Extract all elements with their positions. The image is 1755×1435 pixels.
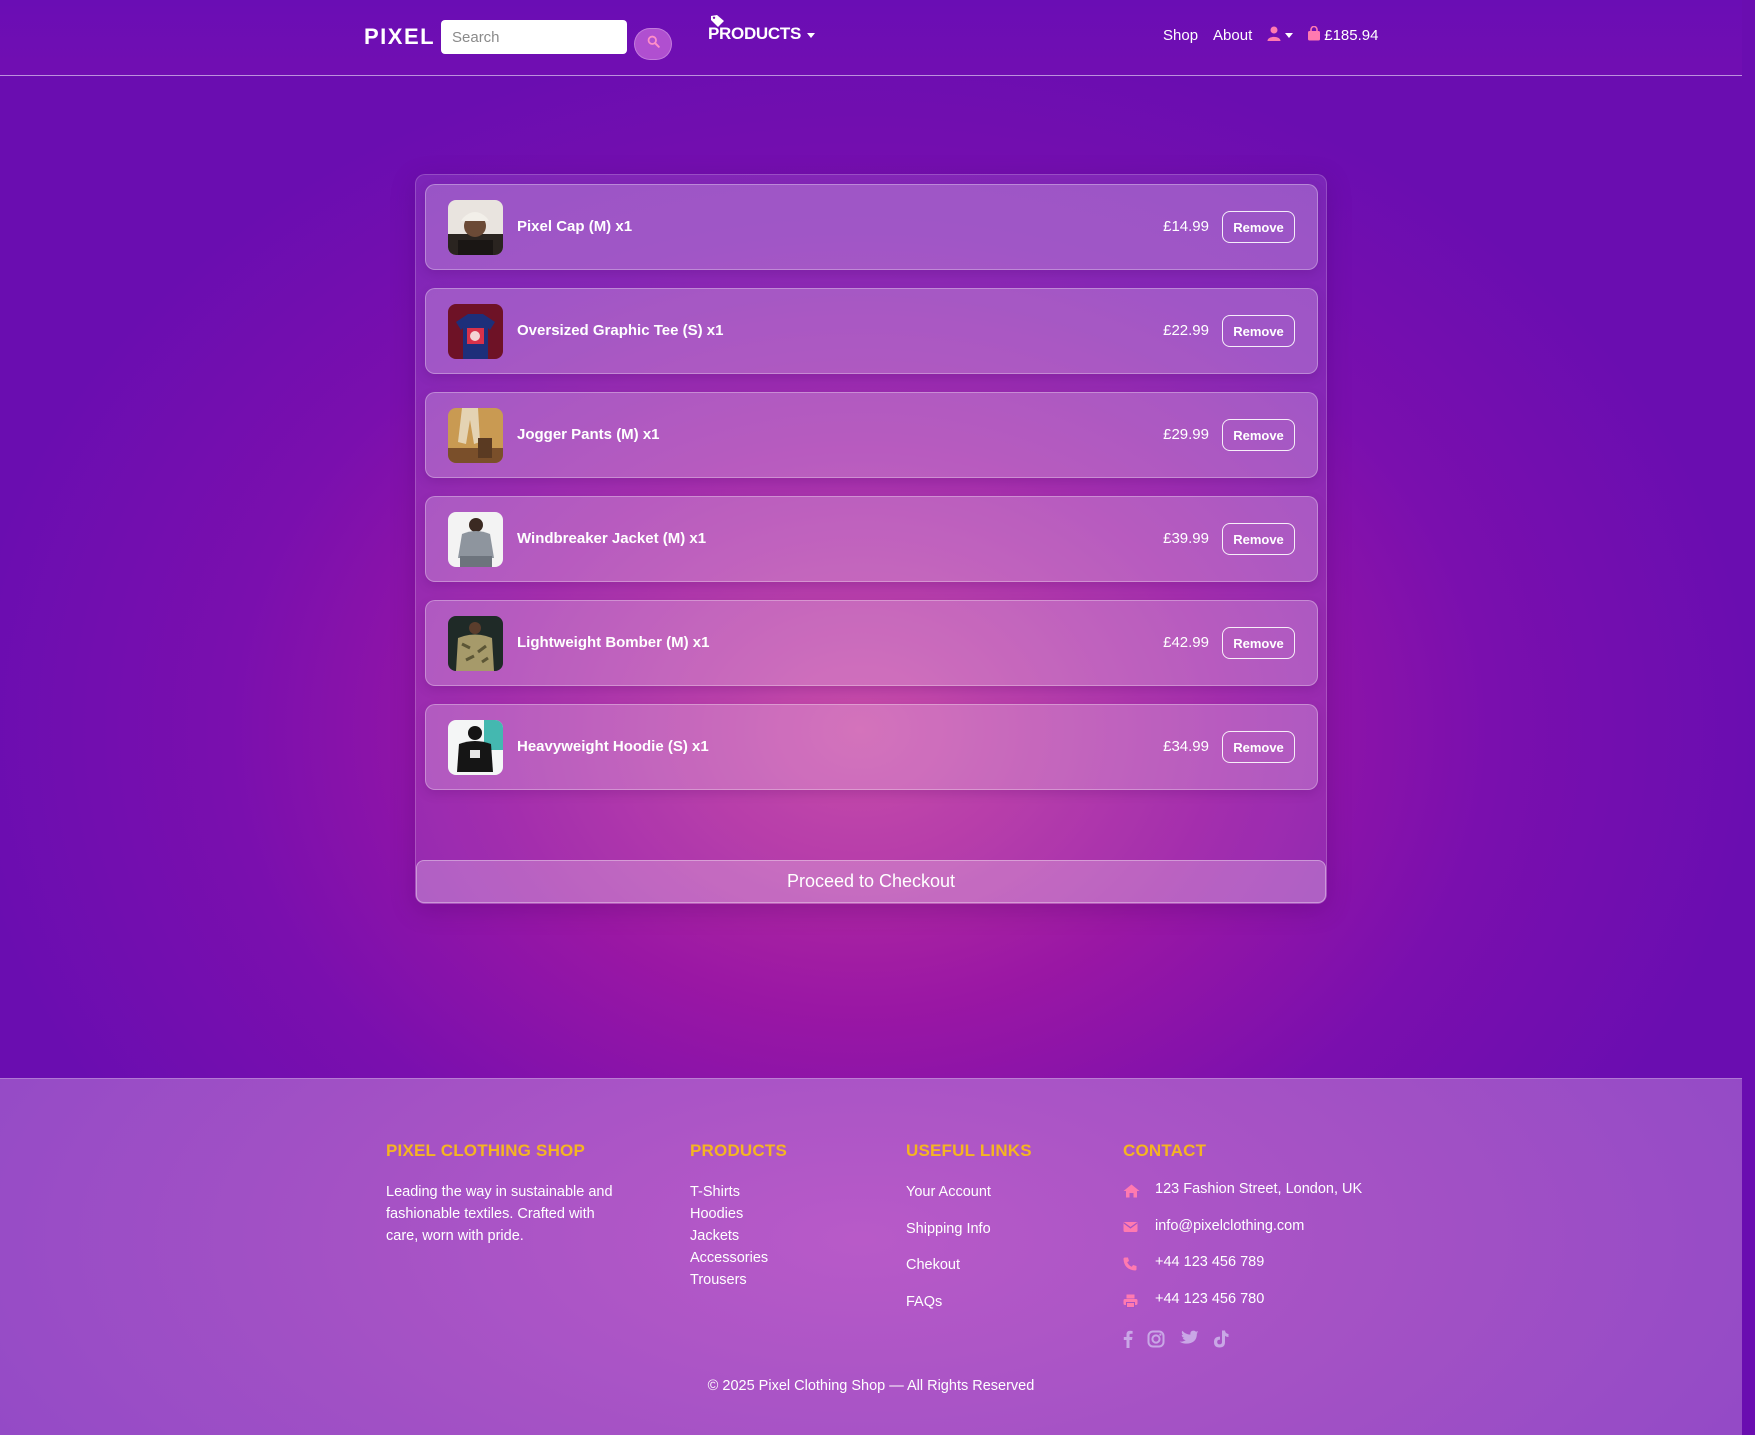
instagram-icon[interactable] <box>1147 1330 1165 1348</box>
nav-link-about[interactable]: About <box>1213 27 1252 44</box>
footer: PIXEL CLOTHING SHOP Leading the way in s… <box>0 1078 1742 1435</box>
home-icon <box>1123 1181 1155 1198</box>
nav-link-shop[interactable]: Shop <box>1163 27 1198 44</box>
item-price: £42.99 <box>1163 634 1209 651</box>
product-thumbnail <box>448 304 503 359</box>
footer-products-heading: PRODUCTS <box>690 1141 787 1160</box>
footer-link-jackets[interactable]: Jackets <box>690 1225 768 1247</box>
contact-phone-text: +44 123 456 789 <box>1155 1254 1265 1270</box>
phone-icon <box>1123 1254 1155 1271</box>
shopping-bag-icon <box>1307 25 1324 45</box>
item-price: £14.99 <box>1163 218 1209 235</box>
remove-button[interactable]: Remove <box>1222 211 1295 243</box>
search-icon <box>647 35 660 53</box>
remove-button[interactable]: Remove <box>1222 315 1295 347</box>
product-thumbnail <box>448 720 503 775</box>
item-price: £29.99 <box>1163 426 1209 443</box>
cart-item: Oversized Graphic Tee (S) x1 £22.99 Remo… <box>425 288 1318 374</box>
tag-icon <box>710 14 726 33</box>
envelope-icon <box>1123 1218 1155 1233</box>
cart-item: Jogger Pants (M) x1 £29.99 Remove <box>425 392 1318 478</box>
copyright-text: © 2025 Pixel Clothing Shop — All Rights … <box>707 1378 1035 1394</box>
product-thumbnail <box>448 512 503 567</box>
footer-link-trousers[interactable]: Trousers <box>690 1269 768 1291</box>
footer-useful-links: Your Account Shipping Info Chekout FAQs <box>906 1181 991 1327</box>
contact-phone[interactable]: +44 123 456 789 <box>1123 1254 1362 1291</box>
contact-fax-text: +44 123 456 780 <box>1155 1290 1265 1307</box>
cart-total-amount: £185.94 <box>1324 27 1379 44</box>
product-thumbnail <box>448 200 503 255</box>
brand-logo[interactable]: PIXEL <box>364 24 435 50</box>
contact-email[interactable]: info@pixelclothing.com <box>1123 1218 1362 1255</box>
footer-links-heading: USEFUL LINKS <box>906 1141 1032 1160</box>
tiktok-icon[interactable] <box>1213 1330 1229 1348</box>
item-name: Pixel Cap (M) x1 <box>517 218 633 235</box>
products-dropdown[interactable]: PRODUCTS <box>708 14 815 44</box>
contact-address-text: 123 Fashion Street, London, UK <box>1155 1181 1363 1197</box>
contact-fax: +44 123 456 780 <box>1123 1291 1362 1328</box>
footer-link-tshirts[interactable]: T-Shirts <box>690 1181 768 1203</box>
item-name: Oversized Graphic Tee (S) x1 <box>517 322 724 339</box>
item-name: Lightweight Bomber (M) x1 <box>517 634 710 651</box>
footer-shop-heading: PIXEL CLOTHING SHOP <box>386 1141 586 1160</box>
checkout-button[interactable]: Proceed to Checkout <box>416 860 1326 903</box>
cart-item: Heavyweight Hoodie (S) x1 £34.99 Remove <box>425 704 1318 790</box>
twitter-icon[interactable] <box>1179 1330 1199 1348</box>
footer-products-list: T-Shirts Hoodies Jackets Accessories Tro… <box>690 1181 768 1291</box>
product-thumbnail <box>448 408 503 463</box>
footer-shop-description: Leading the way in sustainable and fashi… <box>386 1184 613 1244</box>
item-price: £22.99 <box>1163 322 1209 339</box>
footer-contact-list: 123 Fashion Street, London, UK info@pixe… <box>1123 1181 1362 1327</box>
footer-link-account[interactable]: Your Account <box>906 1181 991 1218</box>
chevron-down-icon <box>807 33 815 38</box>
printer-icon <box>1123 1291 1155 1308</box>
product-thumbnail <box>448 616 503 671</box>
chevron-down-icon <box>1285 33 1294 38</box>
remove-button[interactable]: Remove <box>1222 419 1295 451</box>
nav-links: Shop About £185.94 <box>1163 25 1379 45</box>
cart-summary[interactable]: £185.94 <box>1307 25 1379 45</box>
contact-address: 123 Fashion Street, London, UK <box>1123 1181 1362 1218</box>
footer-link-accessories[interactable]: Accessories <box>690 1247 768 1269</box>
cart-item: Windbreaker Jacket (M) x1 £39.99 Remove <box>425 496 1318 582</box>
social-links <box>1123 1330 1243 1348</box>
item-name: Windbreaker Jacket (M) x1 <box>517 530 707 547</box>
item-price: £34.99 <box>1163 738 1209 755</box>
search-button[interactable] <box>634 28 672 60</box>
footer-link-hoodies[interactable]: Hoodies <box>690 1203 768 1225</box>
footer-link-checkout[interactable]: Chekout <box>906 1254 991 1291</box>
item-price: £39.99 <box>1163 530 1209 547</box>
cart-panel: Pixel Cap (M) x1 £14.99 Remove Oversized… <box>415 174 1327 904</box>
remove-button[interactable]: Remove <box>1222 627 1295 659</box>
cart-item: Lightweight Bomber (M) x1 £42.99 Remove <box>425 600 1318 686</box>
footer-link-shipping[interactable]: Shipping Info <box>906 1218 991 1255</box>
cart-item: Pixel Cap (M) x1 £14.99 Remove <box>425 184 1318 270</box>
item-name: Jogger Pants (M) x1 <box>517 426 660 443</box>
remove-button[interactable]: Remove <box>1222 731 1295 763</box>
user-icon <box>1267 26 1281 45</box>
contact-email-text: info@pixelclothing.com <box>1155 1217 1305 1234</box>
footer-contact-heading: CONTACT <box>1123 1141 1207 1160</box>
item-name: Heavyweight Hoodie (S) x1 <box>517 738 709 755</box>
user-dropdown[interactable] <box>1267 26 1294 45</box>
footer-link-faqs[interactable]: FAQs <box>906 1291 991 1328</box>
facebook-icon[interactable] <box>1123 1330 1133 1348</box>
search-input[interactable] <box>441 20 627 54</box>
remove-button[interactable]: Remove <box>1222 523 1295 555</box>
navbar: PIXEL PRODUCTS Shop About £185.94 <box>0 0 1742 76</box>
